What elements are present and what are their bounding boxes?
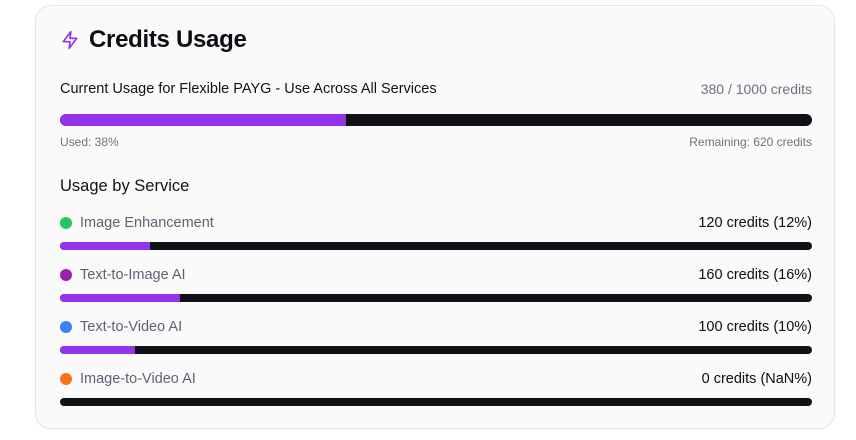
service-row-image-to-video: Image-to-Video AI 0 credits (NaN%) bbox=[60, 371, 812, 387]
service-label-group: Text-to-Image AI bbox=[60, 267, 186, 283]
service-progress-bar-text-to-video bbox=[60, 346, 812, 354]
overall-usage-progress-fill bbox=[60, 114, 346, 126]
current-usage-row: Current Usage for Flexible PAYG - Use Ac… bbox=[60, 81, 812, 97]
service-color-dot bbox=[60, 373, 72, 385]
service-row-image-enhancement: Image Enhancement 120 credits (12%) bbox=[60, 215, 812, 231]
service-label-group: Image Enhancement bbox=[60, 215, 214, 231]
usage-stats-row: Used: 38% Remaining: 620 credits bbox=[60, 135, 812, 149]
service-label-group: Text-to-Video AI bbox=[60, 319, 182, 335]
service-color-dot bbox=[60, 269, 72, 281]
service-progress-fill bbox=[60, 294, 181, 302]
service-color-dot bbox=[60, 321, 72, 333]
lightning-bolt-icon bbox=[62, 30, 78, 50]
service-name: Image Enhancement bbox=[80, 215, 214, 231]
service-credits: 120 credits (12%) bbox=[698, 215, 812, 231]
credits-usage-card: Credits Usage Current Usage for Flexible… bbox=[35, 5, 835, 429]
current-usage-label: Current Usage for Flexible PAYG - Use Ac… bbox=[60, 81, 437, 97]
service-credits: 0 credits (NaN%) bbox=[701, 371, 812, 387]
card-title: Credits Usage bbox=[89, 26, 247, 53]
service-credits: 100 credits (10%) bbox=[698, 319, 812, 335]
service-name: Text-to-Image AI bbox=[80, 267, 186, 283]
service-name: Image-to-Video AI bbox=[80, 371, 196, 387]
service-color-dot bbox=[60, 217, 72, 229]
service-credits: 160 credits (16%) bbox=[698, 267, 812, 283]
service-progress-fill bbox=[60, 346, 136, 354]
card-header: Credits Usage bbox=[60, 26, 247, 54]
service-label-group: Image-to-Video AI bbox=[60, 371, 196, 387]
remaining-credits: Remaining: 620 credits bbox=[689, 135, 812, 149]
current-usage-total: 380 / 1000 credits bbox=[700, 81, 812, 97]
service-row-text-to-video: Text-to-Video AI 100 credits (10%) bbox=[60, 319, 812, 335]
service-name: Text-to-Video AI bbox=[80, 319, 183, 335]
service-progress-fill bbox=[60, 242, 151, 250]
service-row-text-to-image: Text-to-Image AI 160 credits (16%) bbox=[60, 267, 812, 283]
service-progress-bar-image-to-video bbox=[60, 398, 812, 406]
overall-usage-progress-bar bbox=[60, 114, 812, 126]
usage-by-service-heading: Usage by Service bbox=[60, 177, 190, 195]
used-percentage: Used: 38% bbox=[60, 135, 119, 149]
service-progress-bar-text-to-image bbox=[60, 294, 812, 302]
service-progress-bar-image-enhancement bbox=[60, 242, 812, 250]
